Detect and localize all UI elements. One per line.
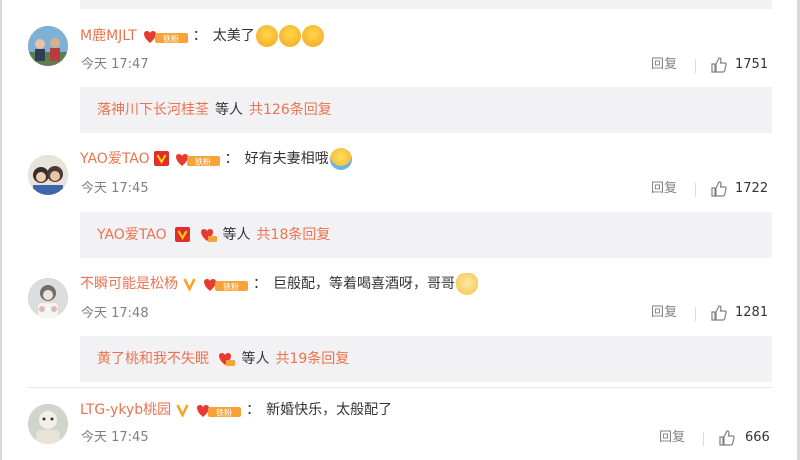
reply-preview-name[interactable]: 黄了桃和我不失眠 [97,351,209,367]
comment-time: 今天 17:45 [81,181,149,196]
comment-text: 巨般配，等着喝喜酒呀，哥哥 [273,276,455,292]
fan-badge-icon: 铁粉 [142,29,190,44]
comment-colon: ： [253,276,267,292]
thumbs-up-icon[interactable] [710,304,728,322]
comment-colon: ： [224,151,239,167]
comment-time: 今天 17:45 [81,430,149,445]
avatar[interactable] [28,155,68,195]
reply-count-link[interactable]: 共126条回复 [249,102,332,118]
avatar[interactable] [28,404,68,444]
username-link[interactable]: YAO爱TAO [80,147,150,171]
reply-preview-middle: 等人 [215,102,243,118]
username-link[interactable]: LTG-ykyb桃园 [80,398,171,422]
vip-v-icon [183,277,196,291]
comment-colon: ： [192,28,207,44]
fan-badge-icon: 铁粉 [202,277,250,292]
username-link[interactable]: 不瞬可能是松杨 [80,272,178,296]
section-divider [28,387,772,388]
fan-heart-icon [219,352,236,366]
reply-preview-middle: 等人 [222,227,251,243]
reply-button[interactable]: 回复 [651,179,677,199]
blush-face-emoji [301,25,324,47]
like-count: 1751 [735,57,769,72]
like-count: 1281 [735,305,769,320]
comment-text: 好有夫妻相哦 [244,151,329,167]
reply-count-link[interactable]: 共18条回复 [257,227,331,243]
reply-button[interactable]: 回复 [651,55,677,75]
reply-count-link[interactable]: 共19条回复 [275,351,349,367]
action-divider [703,432,704,446]
reply-button[interactable]: 回复 [659,428,685,448]
window-left-border [0,0,2,460]
svg-text:铁粉: 铁粉 [195,156,211,166]
avatar[interactable] [28,26,68,66]
svg-text:铁粉: 铁粉 [223,281,239,291]
blush-face-emoji [278,25,301,47]
thumbs-up-icon[interactable] [710,56,728,74]
reply-preview-name[interactable]: YAO爱TAO [97,227,167,243]
fan-badge-icon: 铁粉 [195,403,243,418]
avatar[interactable] [28,278,68,318]
previous-reply-box [80,0,772,9]
reply-button[interactable]: 回复 [651,303,677,323]
comment-text: 太美了 [212,28,255,44]
fan-badge-icon: 铁粉 [174,152,222,167]
blush-face-emoji [255,25,278,47]
comment-time: 今天 17:47 [81,57,149,72]
vip-v-icon [176,403,189,417]
cat-face-emoji [456,273,478,295]
username-link[interactable]: M鹿MJLT [80,24,137,48]
thumbs-up-icon[interactable] [710,180,728,198]
reply-preview-name[interactable]: 落神川下长河桂荃 [97,102,209,118]
vip-v-icon [175,226,191,242]
fan-heart-icon [200,228,217,242]
like-count: 666 [745,430,770,445]
reply-preview-box[interactable]: 黄了桃和我不失眠 等人 共19条回复 [80,336,772,382]
vip-v-icon [153,150,169,166]
action-divider [695,183,696,197]
reply-preview-middle: 等人 [241,351,270,367]
reply-preview-box[interactable]: 落神川下长河桂荃 等人 共126条回复 [80,87,772,133]
laugh-cry-emoji [329,148,352,170]
like-count: 1722 [735,181,769,196]
thumbs-up-icon[interactable] [718,429,736,447]
svg-text:铁粉: 铁粉 [163,33,179,43]
svg-text:铁粉: 铁粉 [216,407,232,417]
reply-preview-box[interactable]: YAO爱TAO 等人 共18条回复 [80,212,772,258]
action-divider [695,307,696,321]
comment-text: 新婚快乐，太般配了 [266,402,393,418]
comment-time: 今天 17:48 [81,306,149,321]
action-divider [695,59,696,73]
comment-colon: ： [246,402,261,418]
